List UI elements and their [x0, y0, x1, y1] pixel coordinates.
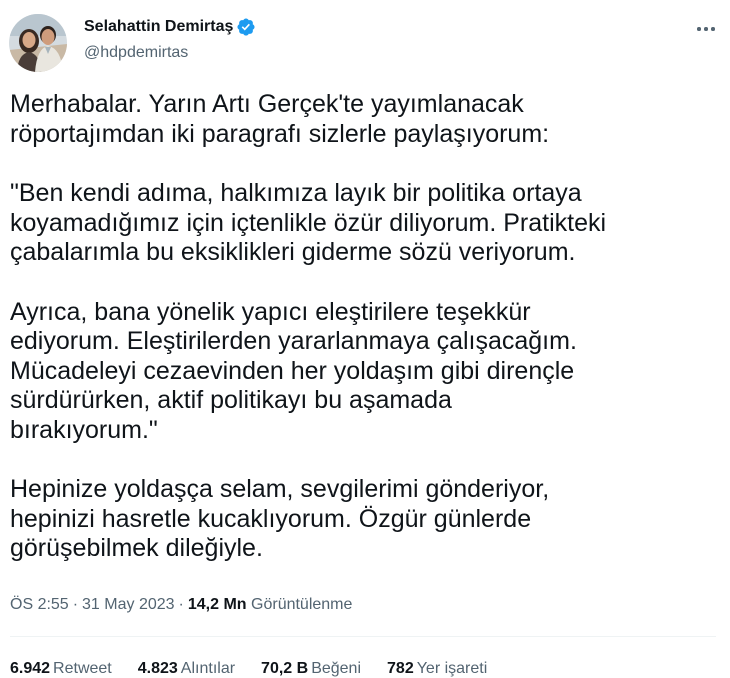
retweets-count: 6.942 [10, 660, 51, 677]
tweet-line: "Ben kendi adıma, halkımıza layık bir po… [10, 179, 582, 207]
more-options-button[interactable] [691, 16, 721, 42]
tweet-line: röportajımdan iki paragrafı sizlerle pay… [10, 119, 550, 148]
bookmarks-stat[interactable]: 782 Yer işareti [387, 660, 487, 678]
separator-dot: · [178, 596, 184, 613]
verified-badge-icon [236, 17, 256, 37]
tweet-line: Ayrıca, bana yönelik yapıcı eleştirilere… [10, 297, 531, 326]
tweet-paragraph: Ayrıca, bana yönelik yapıcı eleştirilere… [10, 298, 726, 446]
tweet-time: ÖS 2:55 [10, 596, 69, 613]
quotes-count: 4.823 [137, 660, 178, 677]
tweet-metadata: ÖS 2:55 · 31 May 2023 · 14,2 Mn Görüntülenme [10, 596, 352, 614]
likes-label: Beğeni [311, 660, 362, 677]
author-display-name[interactable]: Selahattin Demirtaş [84, 18, 233, 36]
tweet-detail: Selahattin Demirtaş @hdpdemirtas Merhaba… [0, 0, 730, 677]
tweet-time-link[interactable]: ÖS 2:55 · 31 May 2023 [10, 596, 175, 613]
avatar-photo [9, 14, 67, 72]
retweets-label: Retweet [53, 660, 112, 677]
tweet-paragraph: Merhabalar. Yarın Artı Gerçek'te yayımla… [10, 90, 726, 149]
tweet-paragraph: Hepinize yoldaşça selam, sevgilerimi gön… [10, 475, 726, 564]
author-name-row: Selahattin Demirtaş [84, 17, 256, 37]
bookmarks-count: 782 [387, 660, 414, 677]
author-avatar[interactable] [9, 14, 67, 72]
tweet-date: 31 May 2023 [82, 596, 175, 613]
tweet-line: ediyorum. Eleştirilerden yararlanmaya ça… [10, 327, 577, 355]
divider [10, 636, 716, 637]
tweet-line: çabalarımla bu eksiklikleri giderme sözü… [10, 238, 576, 266]
tweet-line: koyamadığımız için içtenlikle özür diliy… [10, 208, 607, 237]
views-count: 14,2 Mn [187, 596, 247, 613]
more-horizontal-icon [697, 27, 701, 31]
tweet-line: Merhabalar. Yarın Artı Gerçek'te yayımla… [10, 90, 524, 118]
tweet-line: bırakıyorum." [10, 415, 158, 444]
tweet-line: Hepinize yoldaşça selam, sevgilerimi gön… [10, 475, 550, 503]
tweet-paragraph: "Ben kendi adıma, halkımıza layık bir po… [10, 179, 726, 268]
author-handle[interactable]: @hdpdemirtas [84, 44, 188, 62]
quotes-label: Alıntılar [180, 660, 236, 677]
views-label: Görüntülenme [251, 596, 353, 613]
tweet-line: hepinizi hasretle kucaklıyorum. Özgür gü… [10, 504, 532, 533]
bookmarks-label: Yer işareti [416, 660, 488, 677]
retweets-stat[interactable]: 6.942 Retweet [10, 660, 112, 678]
likes-count: 70,2 B [261, 660, 309, 677]
quotes-stat[interactable]: 4.823 Alıntılar [138, 660, 235, 678]
separator-dot: · [72, 596, 79, 613]
likes-stat[interactable]: 70,2 B Beğeni [261, 660, 361, 678]
tweet-line: sürdürürken, aktif politikayı bu aşamada [10, 386, 452, 414]
tweet-line: görüşebilmek dileğiyle. [10, 534, 263, 562]
tweet-text: Merhabalar. Yarın Artı Gerçek'te yayımla… [10, 90, 726, 564]
tweet-line: Mücadeleyi cezaevinden her yoldaşım gibi… [10, 356, 575, 385]
engagement-stats: 6.942 Retweet 4.823 Alıntılar 70,2 B Beğeni… [10, 660, 513, 678]
